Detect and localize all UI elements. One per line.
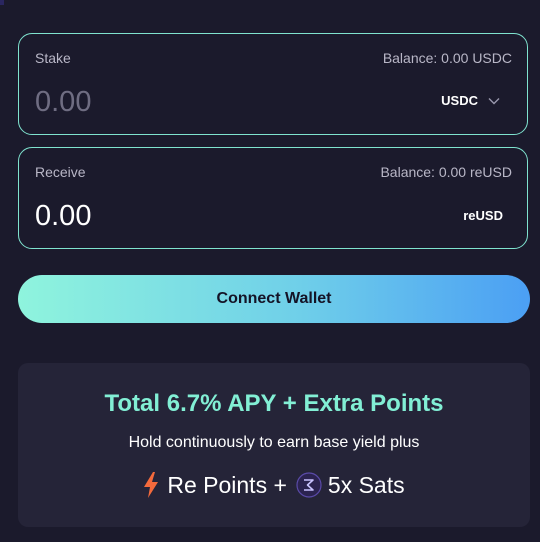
apy-subtext: Hold continuously to earn base yield plu… (128, 434, 420, 451)
stake-balance: Balance: 0.00 USDC (382, 50, 512, 66)
receive-token: reUSD (463, 208, 503, 223)
re-points-label: Re Points + (167, 471, 287, 498)
chevron-down-icon (488, 97, 500, 104)
sats-token-icon (296, 472, 322, 498)
corner-artifact (0, 0, 4, 5)
points-row: Re Points + 5x Sats (18, 467, 530, 503)
stake-card: Stake Balance: 0.00 USDC USDC (18, 33, 528, 135)
stake-token-selector[interactable]: USDC (441, 93, 500, 108)
receive-card: Receive Balance: 0.00 reUSD 0.00 reUSD (18, 147, 528, 249)
apy-headline: Total 6.7% APY + Extra Points (104, 390, 444, 417)
receive-token-label: reUSD (463, 208, 503, 223)
sats-label: 5x Sats (327, 471, 405, 498)
receive-amount: 0.00 (35, 200, 92, 232)
stake-amount-input[interactable] (35, 86, 335, 118)
apy-promo-panel: Total 6.7% APY + Extra Points Hold conti… (18, 363, 530, 527)
receive-label: Receive (35, 164, 86, 180)
receive-balance: Balance: 0.00 reUSD (380, 164, 512, 180)
connect-wallet-button[interactable]: Connect Wallet (18, 275, 530, 323)
stake-token-label: USDC (441, 93, 478, 108)
stake-label: Stake (35, 50, 71, 66)
lightning-bolt-icon (144, 472, 159, 498)
swap-panel: Stake Balance: 0.00 USDC USDC Receive Ba… (0, 0, 540, 542)
